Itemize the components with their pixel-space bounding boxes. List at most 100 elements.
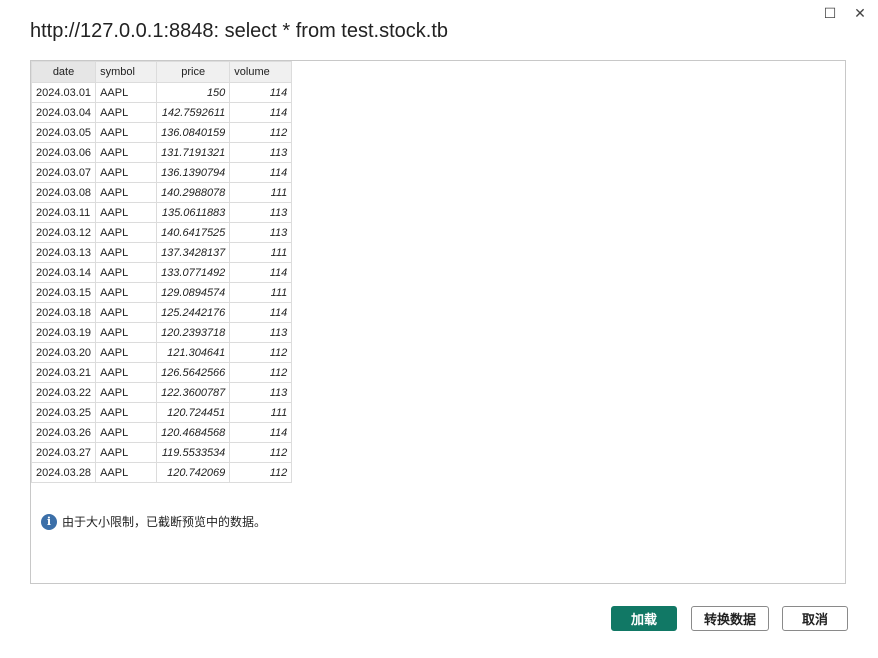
cell-price: 136.1390794 [156,162,231,183]
table-row: 2024.03.25 AAPL 120.724451 111 [31,402,293,423]
cell-volume: 112 [229,122,293,143]
cell-symbol: AAPL [95,422,158,443]
cell-price: 140.2988078 [156,182,231,203]
cell-price: 136.0840159 [156,122,231,143]
cell-symbol: AAPL [95,302,158,323]
cell-symbol: AAPL [95,162,158,183]
cell-price: 120.724451 [156,402,231,423]
table-row: 2024.03.01 AAPL 150 114 [31,82,293,103]
cell-price: 122.3600787 [156,382,231,403]
cell-volume: 114 [229,82,293,103]
transform-data-button[interactable]: 转换数据 [691,606,769,631]
cell-symbol: AAPL [95,442,158,463]
cancel-button[interactable]: 取消 [782,606,848,631]
cell-date: 2024.03.22 [31,382,97,403]
cell-price: 125.2442176 [156,302,231,323]
cell-date: 2024.03.19 [31,322,97,343]
cell-volume: 113 [229,142,293,163]
cell-price: 121.304641 [156,342,231,363]
table-row: 2024.03.27 AAPL 119.5533534 112 [31,442,293,463]
cell-date: 2024.03.04 [31,102,97,123]
table-header-row: date symbol price volume [31,61,293,83]
cell-price: 133.0771492 [156,262,231,283]
cell-symbol: AAPL [95,462,158,483]
cell-volume: 111 [229,242,293,263]
cell-volume: 112 [229,462,293,483]
cell-symbol: AAPL [95,342,158,363]
cell-price: 140.6417525 [156,222,231,243]
cell-volume: 113 [229,202,293,223]
cell-volume: 114 [229,162,293,183]
cell-volume: 114 [229,102,293,123]
cell-date: 2024.03.05 [31,122,97,143]
cell-date: 2024.03.21 [31,362,97,383]
maximize-button[interactable]: ☐ [820,4,840,22]
cell-volume: 111 [229,282,293,303]
table-row: 2024.03.04 AAPL 142.7592611 114 [31,102,293,123]
table-row: 2024.03.08 AAPL 140.2988078 111 [31,182,293,203]
cell-volume: 113 [229,222,293,243]
load-button[interactable]: 加载 [611,606,677,631]
cell-symbol: AAPL [95,402,158,423]
cell-symbol: AAPL [95,122,158,143]
cell-price: 135.0611883 [156,202,231,223]
cell-volume: 111 [229,182,293,203]
cell-date: 2024.03.27 [31,442,97,463]
cell-symbol: AAPL [95,82,158,103]
table-row: 2024.03.28 AAPL 120.742069 112 [31,462,293,483]
table-row: 2024.03.06 AAPL 131.7191321 113 [31,142,293,163]
cell-volume: 114 [229,262,293,283]
table-row: 2024.03.21 AAPL 126.5642566 112 [31,362,293,383]
close-button[interactable]: ✕ [850,4,870,22]
cell-volume: 114 [229,302,293,323]
column-header-volume[interactable]: volume [229,61,293,83]
cell-date: 2024.03.18 [31,302,97,323]
data-preview-panel: date symbol price volume 2024.03.01 AAPL 1… [30,60,846,584]
cell-date: 2024.03.20 [31,342,97,363]
table-row: 2024.03.05 AAPL 136.0840159 112 [31,122,293,143]
table-row: 2024.03.18 AAPL 125.2442176 114 [31,302,293,323]
cell-date: 2024.03.12 [31,222,97,243]
table-row: 2024.03.14 AAPL 133.0771492 114 [31,262,293,283]
cell-price: 120.4684568 [156,422,231,443]
cell-date: 2024.03.28 [31,462,97,483]
cell-volume: 112 [229,442,293,463]
cell-volume: 114 [229,422,293,443]
close-icon: ✕ [854,4,866,21]
column-header-date[interactable]: date [31,61,97,83]
cell-date: 2024.03.11 [31,202,97,223]
cell-price: 129.0894574 [156,282,231,303]
preview-table: date symbol price volume 2024.03.01 AAPL 1… [31,61,293,483]
cell-price: 120.742069 [156,462,231,483]
table-row: 2024.03.20 AAPL 121.304641 112 [31,342,293,363]
dialog-title: http://127.0.0.1:8848: select * from tes… [30,20,449,42]
cell-symbol: AAPL [95,222,158,243]
cell-volume: 113 [229,382,293,403]
cell-price: 150 [156,82,231,103]
truncation-notice-text: 由于大小限制，已截断预览中的数据。 [62,515,267,529]
cell-volume: 112 [229,342,293,363]
cell-volume: 112 [229,362,293,383]
cell-volume: 111 [229,402,293,423]
table-row: 2024.03.07 AAPL 136.1390794 114 [31,162,293,183]
cell-date: 2024.03.06 [31,142,97,163]
cell-symbol: AAPL [95,242,158,263]
cell-date: 2024.03.01 [31,82,97,103]
table-row: 2024.03.11 AAPL 135.0611883 113 [31,202,293,223]
column-header-price[interactable]: price [156,61,231,83]
column-header-symbol[interactable]: symbol [95,61,158,83]
cell-price: 131.7191321 [156,142,231,163]
table-row: 2024.03.26 AAPL 120.4684568 114 [31,422,293,443]
cell-date: 2024.03.15 [31,282,97,303]
cell-date: 2024.03.13 [31,242,97,263]
cell-symbol: AAPL [95,182,158,203]
cell-symbol: AAPL [95,262,158,283]
cell-price: 142.7592611 [156,102,231,123]
table-row: 2024.03.15 AAPL 129.0894574 111 [31,282,293,303]
maximize-icon: ☐ [823,4,837,21]
cell-symbol: AAPL [95,202,158,223]
cell-volume: 113 [229,322,293,343]
cell-date: 2024.03.08 [31,182,97,203]
table-row: 2024.03.12 AAPL 140.6417525 113 [31,222,293,243]
cell-symbol: AAPL [95,382,158,403]
